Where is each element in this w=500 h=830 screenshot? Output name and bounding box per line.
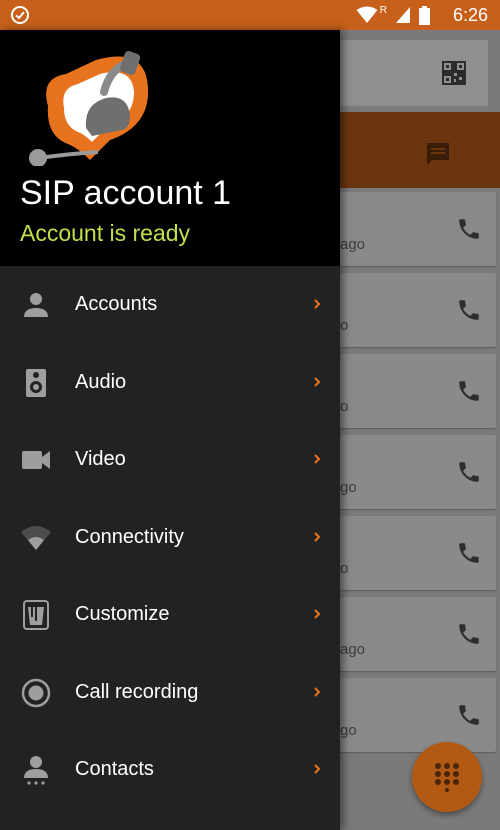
phone-icon: [459, 705, 479, 725]
menu-item-contacts[interactable]: Contacts: [0, 731, 340, 809]
row-time-ago: o: [340, 317, 349, 334]
menu-item-video[interactable]: Video: [0, 421, 340, 499]
row-time-ago: ago: [340, 641, 366, 658]
paint-bucket-icon: [23, 600, 49, 630]
wifi-icon: [21, 525, 51, 550]
status-bar: R 6:26: [0, 0, 500, 30]
menu-item-connectivity[interactable]: Connectivity: [0, 499, 340, 577]
person-icon: [24, 293, 48, 317]
chevron-right-icon: [314, 454, 321, 464]
videocam-icon: [22, 451, 50, 469]
list-item: o: [340, 516, 496, 590]
wifi-icon: [356, 6, 378, 23]
chevron-right-icon: [314, 764, 321, 774]
menu-item-customize[interactable]: Customize: [0, 576, 340, 654]
chevron-right-icon: [314, 299, 321, 309]
phone-icon: [459, 300, 479, 320]
row-time-ago: go: [340, 479, 357, 496]
menu-item-accounts[interactable]: Accounts: [0, 266, 340, 344]
row-time-ago: go: [340, 722, 357, 739]
dialpad-fab[interactable]: [412, 742, 482, 812]
list-item: go: [340, 435, 496, 509]
menu-item-audio[interactable]: Audio: [0, 344, 340, 422]
menu-item-call-recording[interactable]: Call recording: [0, 654, 340, 732]
list-item: ago: [340, 597, 496, 671]
clock: 6:26: [452, 5, 488, 25]
navigation-drawer: SIP account 1 Account is ready Accounts …: [0, 30, 340, 830]
menu-item-label: Contacts: [75, 758, 154, 780]
drawer-header[interactable]: SIP account 1 Account is ready: [0, 30, 340, 266]
list-item: go: [340, 678, 496, 752]
row-time-ago: o: [340, 560, 349, 577]
speaker-icon: [26, 368, 46, 397]
list-item: ago: [340, 192, 496, 266]
phone-icon: [459, 219, 479, 239]
list-item: o: [340, 273, 496, 347]
dialpad-icon: [435, 763, 459, 792]
list-item: o: [340, 354, 496, 428]
drawer-menu: Accounts Audio Video Connectivity Custom…: [0, 266, 340, 809]
account-name: SIP account 1: [20, 174, 232, 212]
cell-signal-icon: [396, 7, 410, 23]
phone-icon: [459, 543, 479, 563]
menu-item-label: Audio: [75, 370, 127, 393]
chevron-right-icon: [314, 376, 321, 387]
network-badge: R: [379, 4, 387, 16]
chevron-right-icon: [314, 686, 321, 697]
menu-item-label: Customize: [75, 603, 170, 625]
check-circle-icon: [11, 6, 29, 24]
system-icons: R: [356, 5, 430, 25]
contact-dialpad-icon: [24, 756, 48, 785]
zoiper-logo: [29, 51, 149, 166]
menu-item-label: Video: [75, 448, 126, 470]
background-toolbar: [340, 112, 500, 188]
background-call-list: ago o o go o ago go: [340, 192, 496, 759]
phone-icon: [459, 624, 479, 644]
record-icon: [21, 678, 51, 707]
menu-item-label: Connectivity: [75, 525, 184, 548]
chevron-right-icon: [314, 609, 321, 619]
row-time-ago: ago: [340, 236, 366, 253]
battery-icon: [419, 5, 430, 25]
qr-code-icon: [442, 61, 466, 85]
account-status: Account is ready: [20, 220, 191, 246]
message-icon: [427, 143, 449, 165]
phone-icon: [459, 462, 479, 482]
menu-item-label: Call recording: [75, 680, 199, 703]
phone-icon: [459, 381, 479, 401]
chevron-right-icon: [314, 531, 321, 542]
menu-item-label: Accounts: [75, 293, 158, 315]
row-time-ago: o: [340, 398, 349, 415]
